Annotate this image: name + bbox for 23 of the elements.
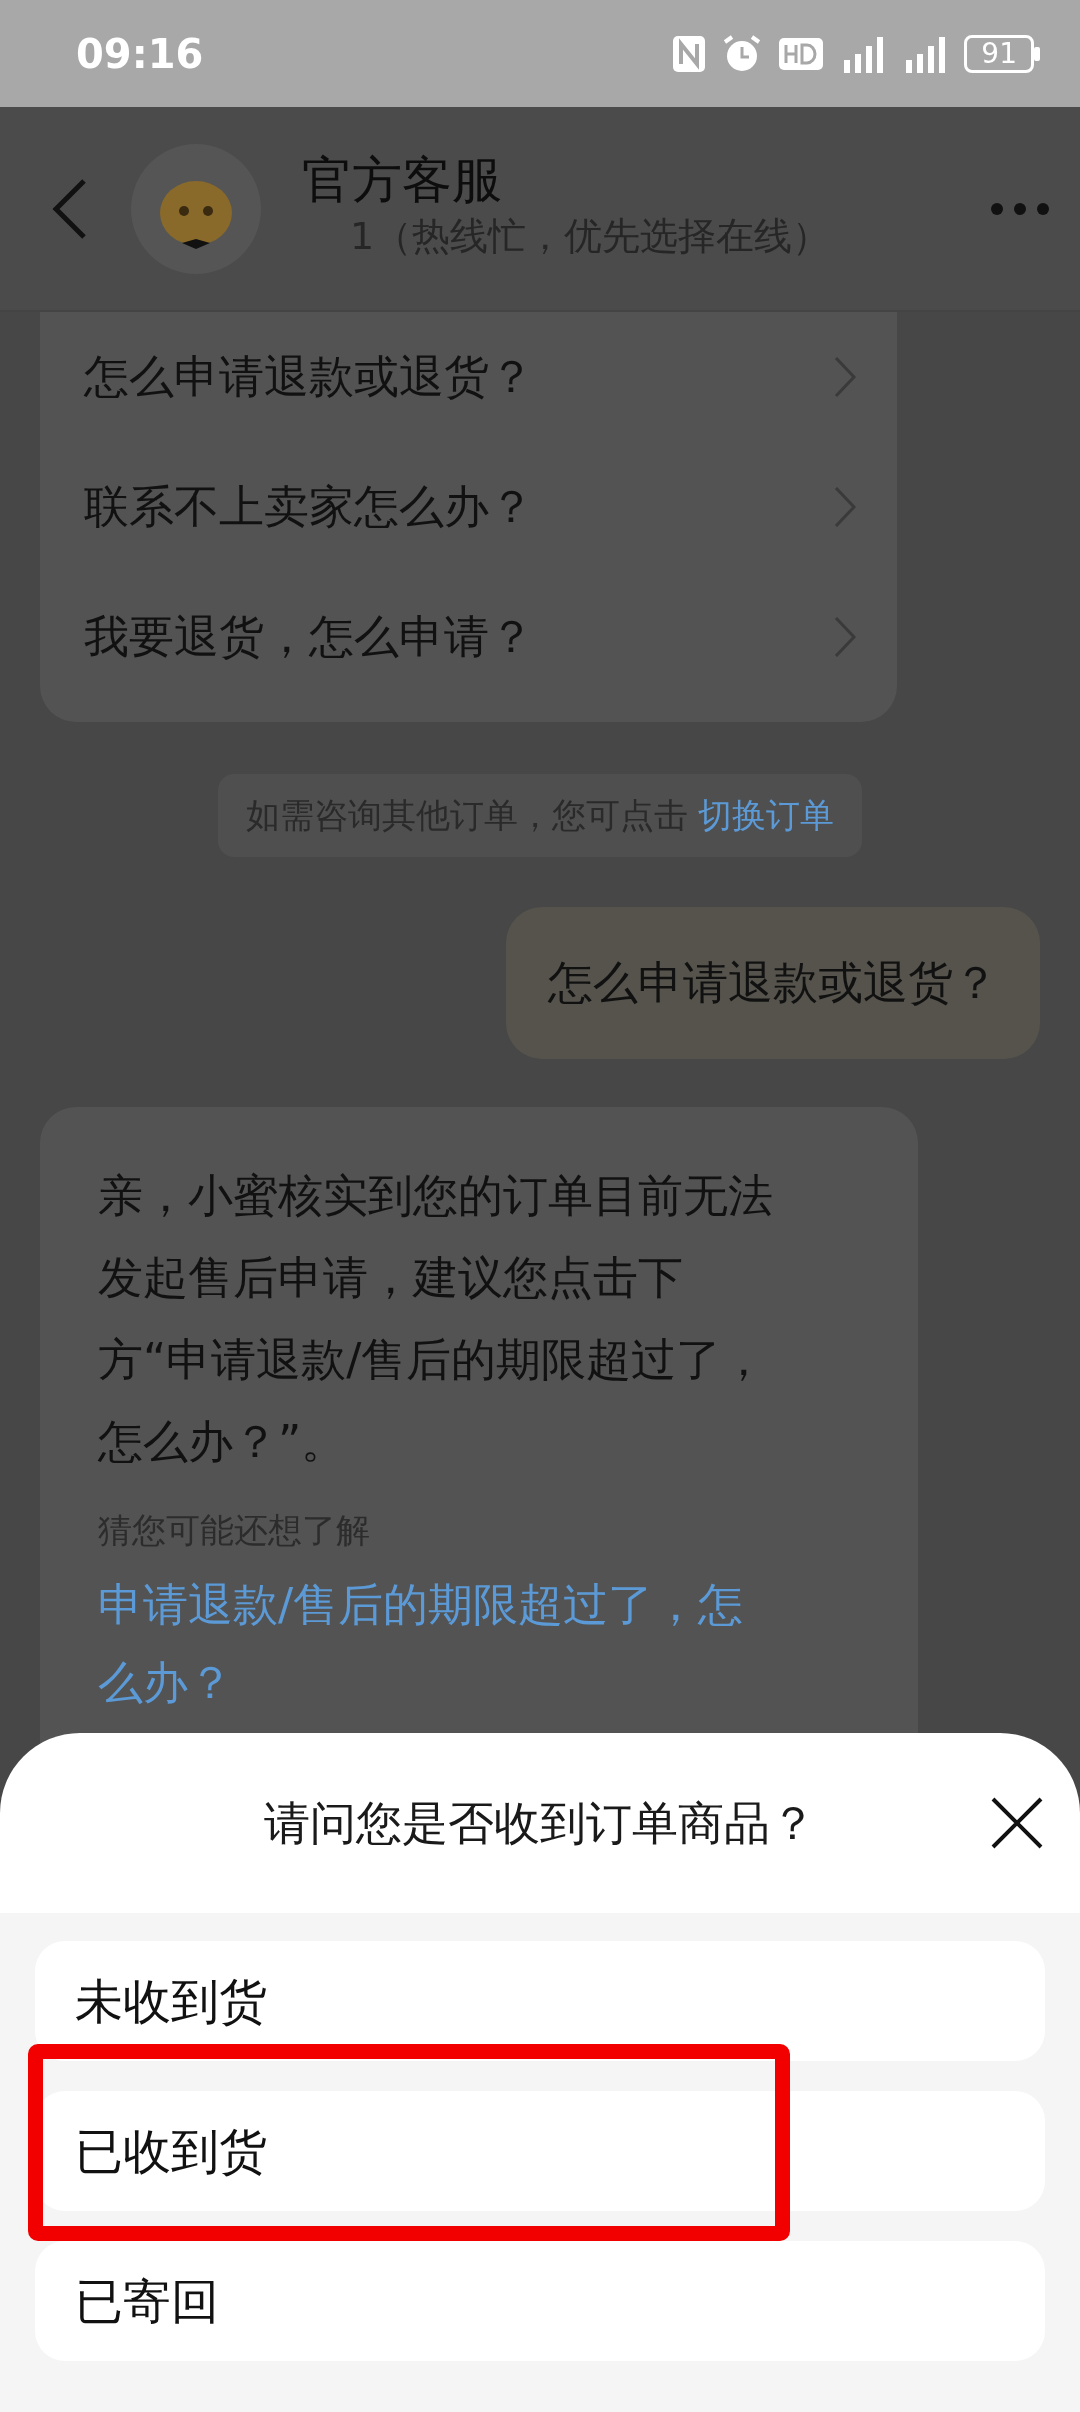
more-icon[interactable] [990,201,1050,216]
chat-title: 官方客服 [302,152,503,208]
faq-link[interactable]: 怎么申请退款或退货？ [84,343,534,411]
hd-icon [778,36,825,71]
avatar-icon [130,142,262,275]
chevron-right-icon [833,615,857,659]
chevron-right-icon [833,485,857,529]
option-button[interactable]: 未收到货 [35,1941,1045,2061]
option-button[interactable]: 已寄回 [35,2241,1045,2361]
suggest-link[interactable]: 申请退款/售后的期限超过了，怎么办？ [98,1565,788,1722]
battery-tip-icon [1034,46,1040,61]
sheet-title: 请问您是否收到订单商品？ [263,1794,817,1852]
faq-link[interactable]: 我要退货，怎么申请？ [84,603,534,671]
user-message: 怎么申请退款或退货？ [506,907,1040,1059]
bot-message: 亲，小蜜核实到您的订单目前无法发起售后申请，建议您点击下方“申请退款/售后的期限超过了，怎么办？”。 [98,1167,774,1470]
switch-order-link[interactable]: 切换订单 [698,795,835,835]
nfc-icon [672,34,707,73]
chevron-right-icon [833,355,857,399]
alarm-icon [722,33,763,74]
time-text: 09:16 [76,29,204,79]
close-icon[interactable] [990,1796,1044,1850]
faq-link[interactable]: 联系不上卖家怎么办？ [84,473,534,541]
battery-level: 91 [964,34,1034,73]
